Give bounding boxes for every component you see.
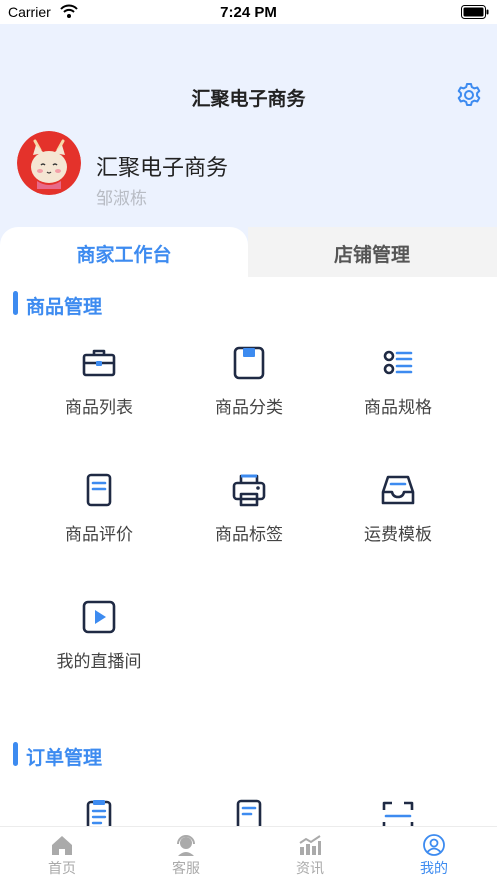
- bottom-tab-bar: 首页 客服 资讯 我的: [0, 826, 497, 883]
- document-icon: [86, 473, 112, 507]
- grid-item-label: 商品评价: [65, 525, 133, 544]
- settings-gear-icon[interactable]: [455, 81, 483, 109]
- grid-item-order-doc[interactable]: [166, 798, 332, 826]
- order-doc-icon: [236, 799, 262, 826]
- grid-item-goods-list[interactable]: 商品列表: [16, 345, 182, 418]
- tabbar-label: 客服: [172, 860, 200, 876]
- tabbar-label: 资讯: [296, 860, 324, 876]
- clock: 7:24 PM: [220, 4, 277, 21]
- grid-item-my-live-room[interactable]: 我的直播间: [16, 599, 182, 672]
- profile-icon: [423, 834, 445, 856]
- service-headset-icon: [177, 835, 195, 856]
- save-box-icon: [233, 346, 265, 380]
- grid-item-label: 商品标签: [215, 525, 283, 544]
- tab-merchant-workbench[interactable]: 商家工作台: [0, 240, 248, 267]
- grid-item-label: 商品规格: [364, 398, 432, 417]
- tabbar-item-mine[interactable]: 我的: [372, 827, 496, 883]
- status-bar: Carrier 7:24 PM: [0, 0, 497, 24]
- battery-icon: [461, 5, 489, 19]
- grid-item-order-list[interactable]: [16, 798, 182, 826]
- tabbar-label: 首页: [48, 860, 76, 876]
- grid-item-label: 运费模板: [364, 525, 432, 544]
- section-title-goods: 商品管理: [26, 297, 103, 318]
- avatar[interactable]: [17, 131, 81, 195]
- tabbar-item-service[interactable]: 客服: [124, 827, 248, 883]
- section-marker: [13, 742, 18, 766]
- grid-item-goods-spec[interactable]: 商品规格: [315, 345, 481, 418]
- printer-icon: [232, 474, 266, 507]
- grid-item-goods-review[interactable]: 商品评价: [16, 472, 182, 545]
- tab-store-management[interactable]: 店铺管理: [248, 240, 496, 267]
- news-chart-icon: [299, 835, 321, 855]
- shop-name: 汇聚电子商务: [96, 155, 229, 180]
- scan-icon: [382, 801, 414, 826]
- user-name: 邹淑栋: [96, 189, 147, 208]
- spec-list-icon: [383, 350, 413, 375]
- grid-item-label: 我的直播间: [56, 652, 142, 671]
- grid-item-label: 商品列表: [65, 398, 133, 417]
- grid-item-goods-category[interactable]: 商品分类: [166, 345, 332, 418]
- briefcase-icon: [82, 349, 116, 377]
- grid-item-shipping-template[interactable]: 运费模板: [315, 472, 481, 545]
- section-marker: [13, 291, 18, 315]
- order-list-icon: [86, 800, 112, 826]
- tabbar-label: 我的: [420, 860, 448, 876]
- tabbar-item-news[interactable]: 资讯: [248, 827, 372, 883]
- section-title-orders: 订单管理: [26, 748, 103, 769]
- grid-item-order-scan[interactable]: [315, 798, 481, 826]
- tabbar-item-home[interactable]: 首页: [0, 827, 124, 883]
- grid-item-label: 商品分类: [215, 398, 283, 417]
- grid-item-goods-tag[interactable]: 商品标签: [166, 472, 332, 545]
- play-video-icon: [82, 600, 116, 634]
- home-icon: [52, 836, 72, 855]
- inbox-tray-icon: [381, 475, 415, 505]
- page-title: 汇聚电子商务: [191, 89, 306, 110]
